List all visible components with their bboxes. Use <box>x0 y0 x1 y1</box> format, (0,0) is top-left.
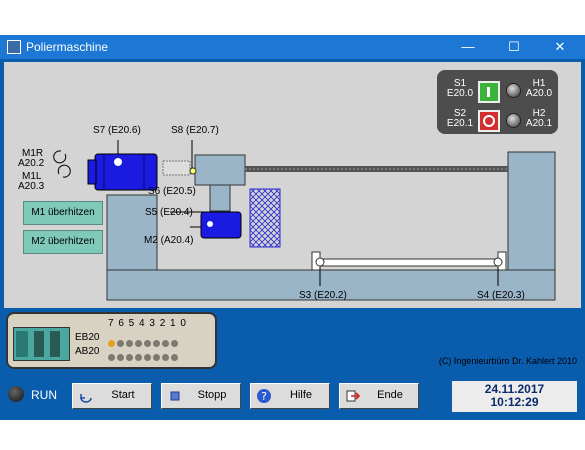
led-indicator <box>117 340 124 347</box>
label-s8: S8 (E20.7) <box>171 125 219 136</box>
label-m1l-addr: A20.3 <box>18 181 45 192</box>
bit-header: 7 6 5 4 3 2 1 0 <box>108 318 187 329</box>
s2-addr: E20.1 <box>446 118 474 129</box>
window-title: Poliermaschine <box>26 40 109 54</box>
led-indicator <box>162 340 169 347</box>
end-label: Ende <box>377 389 403 401</box>
plc-module-icon <box>13 327 70 361</box>
label-s3: S3 (E20.2) <box>299 290 347 301</box>
eb20-label: EB20 <box>75 332 100 343</box>
led-indicator <box>126 354 133 361</box>
led-indicator <box>108 340 115 347</box>
sensor-s8-dot <box>189 167 197 175</box>
label-m1r-addr: A20.2 <box>18 158 45 169</box>
label-m2: M2 (A20.4) <box>144 235 194 246</box>
run-label: RUN <box>31 388 57 402</box>
m1-overheat-button[interactable]: M1 überhitzen <box>23 201 103 225</box>
stop-button[interactable]: Stopp <box>161 383 241 409</box>
led-indicator <box>144 354 151 361</box>
run-indicator-lamp <box>8 386 24 402</box>
coupling <box>162 160 191 176</box>
start-button[interactable]: Start <box>72 383 152 409</box>
maximize-button[interactable]: ☐ <box>504 38 524 56</box>
stop-switch-s2[interactable] <box>478 110 500 132</box>
time-text: 10:12:29 <box>490 395 539 409</box>
led-indicator <box>135 340 142 347</box>
led-indicator <box>171 354 178 361</box>
sensor-s4-dot <box>493 257 503 267</box>
minimize-button[interactable]: — <box>458 38 478 56</box>
led-indicator <box>153 340 160 347</box>
ab20-leds <box>108 348 180 366</box>
led-indicator <box>117 354 124 361</box>
motor2-body <box>200 211 242 239</box>
exit-icon <box>346 390 361 402</box>
date-time-display: 24.11.2017 10:12:29 <box>452 381 577 412</box>
plc-status-box: 7 6 5 4 3 2 1 0 EB20 AB20 <box>6 312 217 369</box>
led-indicator <box>135 354 142 361</box>
label-s5: S5 (E20.4) <box>145 207 193 218</box>
lamp-h1 <box>506 83 521 98</box>
led-indicator <box>162 354 169 361</box>
help-button[interactable]: ? Hilfe <box>250 383 330 409</box>
start-switch-s1[interactable] <box>478 81 500 103</box>
rotate-left-icon <box>57 164 71 178</box>
ab20-label: AB20 <box>75 346 100 357</box>
start-icon <box>80 394 92 403</box>
motor1-indicator <box>114 158 122 166</box>
lamp-h2 <box>506 113 521 128</box>
stop-label: Stopp <box>197 389 227 401</box>
spindle <box>245 166 508 172</box>
right-column <box>507 151 556 271</box>
help-label: Hilfe <box>289 389 312 401</box>
title-bar[interactable]: Poliermaschine — ☐ ✕ <box>0 35 585 59</box>
m2-overheat-button[interactable]: M2 überhitzen <box>23 230 103 254</box>
led-indicator <box>126 340 133 347</box>
stop-icon <box>170 391 180 401</box>
start-label: Start <box>111 389 135 401</box>
end-button[interactable]: Ende <box>339 383 419 409</box>
h2-addr: A20.1 <box>525 118 553 129</box>
h1-addr: A20.0 <box>525 88 553 99</box>
led-indicator <box>108 354 115 361</box>
copyright-text: (C) Ingenieurbüro Dr. Kahlert 2010 <box>438 356 577 366</box>
switch-on-icon <box>487 87 490 97</box>
carriage-block <box>194 154 246 186</box>
app-icon <box>7 40 21 54</box>
label-s7: S7 (E20.6) <box>93 125 141 136</box>
led-indicator <box>171 340 178 347</box>
close-button[interactable]: ✕ <box>550 38 570 56</box>
switch-off-icon <box>483 115 495 127</box>
main-frame: S7 (E20.6) S8 (E20.7) S6 (E20.5) S5 (E20… <box>0 59 585 420</box>
control-box: S1 E20.0 S2 E20.1 H1 A20.0 H2 A20.1 <box>437 70 558 134</box>
polishing-pad <box>249 188 281 248</box>
svg-text:?: ? <box>261 390 267 403</box>
process-panel: S7 (E20.6) S8 (E20.7) S6 (E20.5) S5 (E20… <box>4 62 581 308</box>
sensor-s3-dot <box>315 257 325 267</box>
motor2-indicator <box>207 221 213 227</box>
led-indicator <box>153 354 160 361</box>
rotate-right-icon <box>53 150 67 164</box>
help-icon: ? <box>257 389 271 403</box>
work-table <box>319 258 499 267</box>
label-s4: S4 (E20.3) <box>477 290 525 301</box>
label-s6: S6 (E20.5) <box>148 186 196 197</box>
led-indicator <box>144 340 151 347</box>
vertical-post <box>209 184 231 212</box>
s1-addr: E20.0 <box>446 88 474 99</box>
